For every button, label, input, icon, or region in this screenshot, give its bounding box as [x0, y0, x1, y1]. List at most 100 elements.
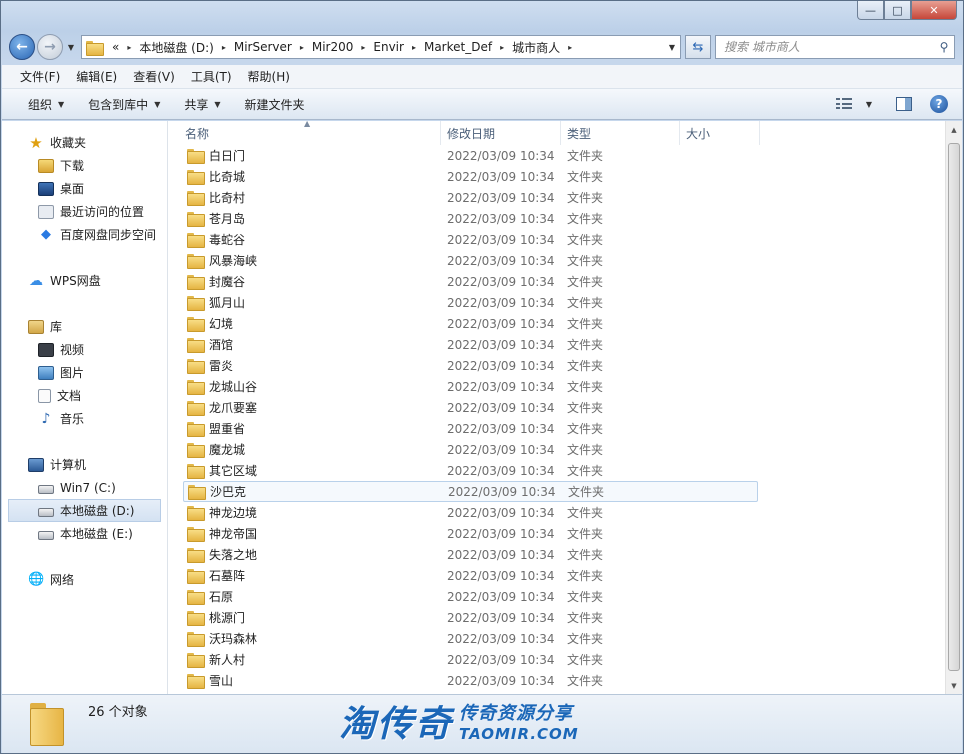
nav-item-label: 本地磁盘 (E:)	[60, 527, 133, 541]
file-row[interactable]: 龙城山谷 2022/03/09 10:34 文件夹	[168, 376, 962, 397]
back-button[interactable]: ←	[9, 34, 35, 60]
file-row[interactable]: 其它区域 2022/03/09 10:34 文件夹	[168, 460, 962, 481]
new-folder-button[interactable]: 新建文件夹	[233, 96, 317, 113]
file-row[interactable]: 白日门 2022/03/09 10:34 文件夹	[168, 145, 962, 166]
vertical-scrollbar[interactable]: ▲ ▼	[945, 121, 962, 694]
file-row[interactable]: 苍月岛 2022/03/09 10:34 文件夹	[168, 208, 962, 229]
file-row[interactable]: 比奇村 2022/03/09 10:34 文件夹	[168, 187, 962, 208]
scroll-down-icon[interactable]: ▼	[946, 677, 962, 694]
breadcrumb-item[interactable]: MirServer	[230, 40, 296, 54]
nav-pictures[interactable]: 图片	[2, 361, 167, 384]
nav-network[interactable]: 🌐 网络	[2, 568, 167, 591]
nav-downloads[interactable]: 下载	[2, 154, 167, 177]
file-row[interactable]: 毒蛇谷 2022/03/09 10:34 文件夹	[168, 229, 962, 250]
file-row[interactable]: 新人村 2022/03/09 10:34 文件夹	[168, 649, 962, 670]
file-row[interactable]: 盟重省 2022/03/09 10:34 文件夹	[168, 418, 962, 439]
menu-item[interactable]: 查看(V)	[125, 68, 183, 85]
file-name: 白日门	[209, 149, 246, 163]
column-name-header[interactable]: ▲ 名称	[168, 119, 441, 145]
breadcrumb-item[interactable]: Market_Def	[420, 40, 496, 54]
forward-button[interactable]: →	[37, 34, 63, 60]
file-row[interactable]: 比奇城 2022/03/09 10:34 文件夹	[168, 166, 962, 187]
file-row[interactable]: 失落之地 2022/03/09 10:34 文件夹	[168, 544, 962, 565]
refresh-button[interactable]: ⇆	[685, 35, 711, 59]
file-type: 文件夹	[567, 443, 604, 457]
breadcrumb-separator-icon[interactable]: ▸	[564, 43, 576, 52]
file-row[interactable]: 石墓阵 2022/03/09 10:34 文件夹	[168, 565, 962, 586]
include-in-library-button[interactable]: 包含到库中 ▼	[76, 96, 172, 113]
breadcrumb-item[interactable]: 本地磁盘 (D:)	[135, 39, 217, 56]
menu-item[interactable]: 帮助(H)	[240, 68, 298, 85]
nav-music[interactable]: ♪ 音乐	[2, 407, 167, 430]
column-size-header[interactable]: 大小	[680, 121, 760, 145]
share-button[interactable]: 共享 ▼	[172, 96, 232, 113]
nav-libraries[interactable]: 库	[2, 315, 167, 338]
file-date: 2022/03/09 10:34	[447, 463, 555, 478]
breadcrumb-separator-icon[interactable]: ▸	[296, 43, 308, 52]
address-bar[interactable]: « ▸ 本地磁盘 (D:) ▸ MirServer ▸ Mir200 ▸ Envir ▸ Mark…	[81, 35, 681, 59]
file-date: 2022/03/09 10:34	[447, 148, 555, 163]
file-row[interactable]: 龙爪要塞 2022/03/09 10:34 文件夹	[168, 397, 962, 418]
file-name: 幻境	[209, 317, 234, 331]
nav-baidu-sync[interactable]: ◆ 百度网盘同步空间	[2, 223, 167, 246]
address-history-dropdown[interactable]: ▼	[664, 43, 680, 52]
file-row[interactable]: 桃源门 2022/03/09 10:34 文件夹	[168, 607, 962, 628]
nav-documents[interactable]: 文档	[2, 384, 167, 407]
file-row[interactable]: 封魔谷 2022/03/09 10:34 文件夹	[168, 271, 962, 292]
nav-recent-places[interactable]: 最近访问的位置	[2, 200, 167, 223]
menu-item[interactable]: 文件(F)	[12, 68, 68, 85]
maximize-button[interactable]: □	[884, 1, 911, 20]
breadcrumb-separator-icon[interactable]: ▸	[123, 43, 135, 52]
file-row[interactable]: 沙巴克 2022/03/09 10:34 文件夹	[183, 481, 758, 502]
menu-item[interactable]: 编辑(E)	[68, 68, 125, 85]
column-type-header[interactable]: 类型	[561, 121, 680, 145]
scrollbar-thumb[interactable]	[948, 143, 960, 671]
folder-large-icon	[28, 703, 68, 746]
preview-pane-icon[interactable]	[896, 97, 912, 111]
file-row[interactable]: 风暴海峡 2022/03/09 10:34 文件夹	[168, 250, 962, 271]
scroll-up-icon[interactable]: ▲	[946, 121, 962, 138]
breadcrumb-overflow[interactable]: «	[108, 40, 123, 54]
file-row[interactable]: 雷炎 2022/03/09 10:34 文件夹	[168, 355, 962, 376]
file-row[interactable]: 雪山 2022/03/09 10:34 文件夹	[168, 670, 962, 691]
nav-drive-c[interactable]: Win7 (C:)	[2, 476, 167, 499]
breadcrumb-separator-icon[interactable]: ▸	[408, 43, 420, 52]
file-row[interactable]: 沃玛森林 2022/03/09 10:34 文件夹	[168, 628, 962, 649]
view-options-dropdown-icon[interactable]: ▼	[866, 100, 872, 109]
nav-desktop[interactable]: 桌面	[2, 177, 167, 200]
nav-computer[interactable]: 计算机	[2, 453, 167, 476]
breadcrumb-item[interactable]: Mir200	[308, 40, 358, 54]
file-row[interactable]: 魔龙城 2022/03/09 10:34 文件夹	[168, 439, 962, 460]
file-date: 2022/03/09 10:34	[447, 631, 555, 646]
help-icon[interactable]: ?	[930, 95, 948, 113]
nav-favorites[interactable]: ★ 收藏夹	[2, 131, 167, 154]
breadcrumb-item[interactable]: Envir	[369, 40, 408, 54]
file-name: 雪山	[209, 674, 234, 688]
search-icon[interactable]: ⚲	[934, 40, 954, 54]
breadcrumb-separator-icon[interactable]: ▸	[357, 43, 369, 52]
search-input[interactable]	[724, 40, 934, 54]
column-date-header[interactable]: 修改日期	[441, 121, 561, 145]
nav-drive-d[interactable]: 本地磁盘 (D:)	[8, 499, 161, 522]
nav-videos[interactable]: 视频	[2, 338, 167, 361]
close-button[interactable]: ✕	[911, 1, 957, 20]
view-options-icon[interactable]	[835, 98, 852, 110]
minimize-button[interactable]: —	[857, 1, 884, 20]
file-row[interactable]: 神龙边境 2022/03/09 10:34 文件夹	[168, 502, 962, 523]
nav-wps-cloud[interactable]: ☁ WPS网盘	[2, 269, 167, 292]
file-row[interactable]: 幻境 2022/03/09 10:34 文件夹	[168, 313, 962, 334]
menu-item[interactable]: 工具(T)	[183, 68, 240, 85]
organize-button[interactable]: 组织 ▼	[16, 96, 76, 113]
breadcrumb-item[interactable]: 城市商人	[508, 39, 564, 56]
file-row[interactable]: 酒馆 2022/03/09 10:34 文件夹	[168, 334, 962, 355]
file-row[interactable]: 石原 2022/03/09 10:34 文件夹	[168, 586, 962, 607]
file-row[interactable]: 狐月山 2022/03/09 10:34 文件夹	[168, 292, 962, 313]
nav-drive-e[interactable]: 本地磁盘 (E:)	[2, 522, 167, 545]
file-type: 文件夹	[567, 191, 604, 205]
recent-pages-dropdown[interactable]: ▼	[65, 43, 77, 52]
breadcrumb-separator-icon[interactable]: ▸	[218, 43, 230, 52]
folder-icon	[187, 590, 205, 605]
search-box: ⚲	[715, 35, 955, 59]
file-row[interactable]: 神龙帝国 2022/03/09 10:34 文件夹	[168, 523, 962, 544]
breadcrumb-separator-icon[interactable]: ▸	[496, 43, 508, 52]
